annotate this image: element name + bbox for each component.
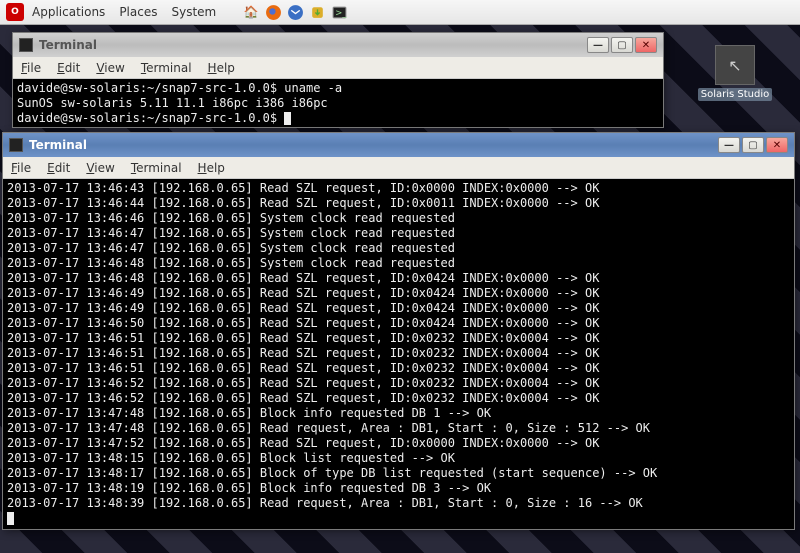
terminal-app-icon <box>9 138 23 152</box>
minimize-button[interactable]: — <box>587 37 609 53</box>
titlebar[interactable]: Terminal — ▢ ✕ <box>13 33 663 57</box>
cursor-icon: ↖ <box>715 45 755 85</box>
updates-icon[interactable] <box>308 3 326 21</box>
desktop-icon-solaris-studio[interactable]: ↖ Solaris Studio <box>695 45 775 100</box>
menu-help[interactable]: Help <box>208 61 235 75</box>
window-title: Terminal <box>39 38 97 52</box>
window-title: Terminal <box>29 138 87 152</box>
firefox-icon[interactable] <box>264 3 282 21</box>
terminal-window-1[interactable]: Terminal — ▢ ✕ File Edit View Terminal H… <box>12 32 664 128</box>
thunderbird-icon[interactable] <box>286 3 304 21</box>
gnome-top-panel: O Applications Places System 🏠 >_ <box>0 0 800 25</box>
menu-terminal[interactable]: Terminal <box>141 61 192 75</box>
minimize-button[interactable]: — <box>718 137 740 153</box>
menu-file[interactable]: File <box>11 161 31 175</box>
home-icon[interactable]: 🏠 <box>242 3 260 21</box>
menubar: File Edit View Terminal Help <box>13 57 663 79</box>
menu-help[interactable]: Help <box>198 161 225 175</box>
maximize-button[interactable]: ▢ <box>742 137 764 153</box>
close-button[interactable]: ✕ <box>635 37 657 53</box>
menubar: File Edit View Terminal Help <box>3 157 794 179</box>
svg-text:>_: >_ <box>335 8 347 18</box>
menu-view[interactable]: View <box>96 61 124 75</box>
titlebar[interactable]: Terminal — ▢ ✕ <box>3 133 794 157</box>
menu-edit[interactable]: Edit <box>47 161 70 175</box>
maximize-button[interactable]: ▢ <box>611 37 633 53</box>
terminal-output[interactable]: 2013-07-17 13:46:43 [192.168.0.65] Read … <box>3 179 794 529</box>
menu-terminal[interactable]: Terminal <box>131 161 182 175</box>
text-cursor <box>284 112 291 125</box>
terminal-output[interactable]: davide@sw-solaris:~/snap7-src-1.0.0$ una… <box>13 79 663 127</box>
desktop-icon-label: Solaris Studio <box>698 88 773 101</box>
oracle-logo-icon[interactable]: O <box>6 3 24 21</box>
menu-view[interactable]: View <box>86 161 114 175</box>
terminal-icon[interactable]: >_ <box>330 3 348 21</box>
terminal-window-2[interactable]: Terminal — ▢ ✕ File Edit View Terminal H… <box>2 132 795 530</box>
terminal-app-icon <box>19 38 33 52</box>
menu-edit[interactable]: Edit <box>57 61 80 75</box>
close-button[interactable]: ✕ <box>766 137 788 153</box>
panel-menu-places[interactable]: Places <box>119 5 157 19</box>
menu-file[interactable]: File <box>21 61 41 75</box>
panel-menu-applications[interactable]: Applications <box>32 5 105 19</box>
text-cursor <box>7 512 14 525</box>
panel-menu-system[interactable]: System <box>171 5 216 19</box>
